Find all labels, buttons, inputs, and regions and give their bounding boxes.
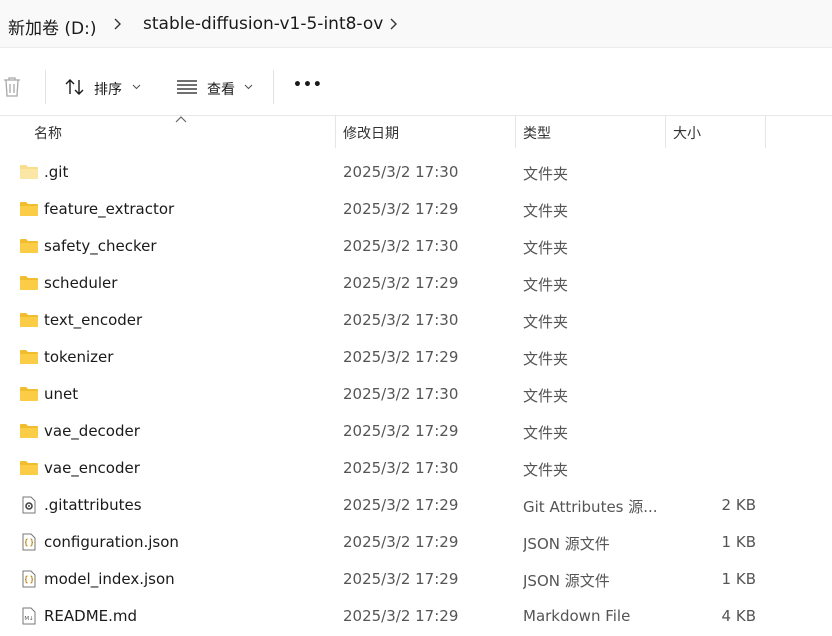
file-row[interactable]: .gitattributes 2025/3/2 17:29 Git Attribut… bbox=[0, 487, 832, 524]
folder-icon bbox=[19, 200, 39, 218]
file-row[interactable]: unet 2025/3/2 17:30 文件夹 bbox=[0, 376, 832, 413]
file-modified: 2025/3/2 17:29 bbox=[343, 533, 459, 551]
file-modified: 2025/3/2 17:30 bbox=[343, 459, 459, 477]
folder-icon bbox=[19, 311, 39, 329]
svg-text:M↓: M↓ bbox=[24, 615, 33, 622]
json-file-icon bbox=[19, 533, 39, 551]
file-name: vae_encoder bbox=[44, 459, 140, 477]
gear-file-icon bbox=[19, 496, 39, 514]
file-name: configuration.json bbox=[44, 533, 179, 551]
more-options-button[interactable]: ••• bbox=[293, 77, 323, 93]
file-type: 文件夹 bbox=[523, 350, 569, 368]
file-row[interactable]: text_encoder 2025/3/2 17:30 文件夹 bbox=[0, 302, 832, 339]
file-row[interactable]: scheduler 2025/3/2 17:29 文件夹 bbox=[0, 265, 832, 302]
file-size: 2 KB bbox=[721, 496, 756, 514]
folder-icon bbox=[19, 348, 39, 366]
file-row[interactable]: feature_extractor 2025/3/2 17:29 文件夹 bbox=[0, 191, 832, 228]
file-modified: 2025/3/2 17:29 bbox=[343, 200, 459, 218]
file-modified: 2025/3/2 17:30 bbox=[343, 385, 459, 403]
file-size: 1 KB bbox=[721, 570, 756, 588]
file-row[interactable]: tokenizer 2025/3/2 17:29 文件夹 bbox=[0, 339, 832, 376]
file-name: safety_checker bbox=[44, 237, 157, 255]
file-type: JSON 源文件 bbox=[523, 535, 610, 553]
file-type: 文件夹 bbox=[523, 239, 569, 257]
folder-icon bbox=[19, 422, 39, 440]
view-label: 查看 bbox=[207, 82, 235, 98]
file-size: 4 KB bbox=[721, 607, 756, 625]
column-size[interactable]: 大小 bbox=[673, 123, 701, 143]
sort-arrows-icon bbox=[65, 79, 84, 95]
file-row[interactable]: configuration.json 2025/3/2 17:29 JSON 源文件… bbox=[0, 524, 832, 561]
file-type: 文件夹 bbox=[523, 313, 569, 331]
breadcrumb-folder[interactable]: stable-diffusion-v1-5-int8-ov bbox=[143, 14, 383, 34]
breadcrumb: 新加卷 (D:) stable-diffusion-v1-5-int8-ov bbox=[0, 0, 832, 48]
file-type: 文件夹 bbox=[523, 276, 569, 294]
file-name: model_index.json bbox=[44, 570, 175, 588]
sort-label: 排序 bbox=[94, 82, 122, 98]
file-name: tokenizer bbox=[44, 348, 114, 366]
file-name: .git bbox=[44, 163, 69, 181]
markdown-file-icon: M↓ bbox=[19, 607, 39, 625]
breadcrumb-drive[interactable]: 新加卷 (D:) bbox=[8, 14, 97, 39]
file-name: README.md bbox=[44, 607, 138, 625]
file-modified: 2025/3/2 17:29 bbox=[343, 422, 459, 440]
file-name: scheduler bbox=[44, 274, 118, 292]
file-modified: 2025/3/2 17:30 bbox=[343, 311, 459, 329]
file-modified: 2025/3/2 17:29 bbox=[343, 348, 459, 366]
file-row[interactable]: vae_decoder 2025/3/2 17:29 文件夹 bbox=[0, 413, 832, 450]
file-modified: 2025/3/2 17:29 bbox=[343, 274, 459, 292]
view-lines-icon bbox=[177, 80, 197, 94]
file-type: 文件夹 bbox=[523, 461, 569, 479]
file-modified: 2025/3/2 17:29 bbox=[343, 496, 459, 514]
file-name: text_encoder bbox=[44, 311, 143, 329]
file-modified: 2025/3/2 17:29 bbox=[343, 570, 459, 588]
file-size: 1 KB bbox=[721, 533, 756, 551]
file-row[interactable]: .git 2025/3/2 17:30 文件夹 bbox=[0, 154, 832, 191]
file-name: vae_decoder bbox=[44, 422, 140, 440]
file-type: JSON 源文件 bbox=[523, 572, 610, 590]
file-row[interactable]: safety_checker 2025/3/2 17:30 文件夹 bbox=[0, 228, 832, 265]
chevron-right-icon[interactable] bbox=[110, 17, 124, 31]
file-name: feature_extractor bbox=[44, 200, 175, 218]
file-row[interactable]: M↓ README.md 2025/3/2 17:29 Markdown File 4 … bbox=[0, 598, 832, 635]
json-file-icon bbox=[19, 570, 39, 588]
file-type: 文件夹 bbox=[523, 387, 569, 405]
folder-icon bbox=[19, 237, 39, 255]
chevron-down-icon bbox=[132, 84, 141, 90]
chevron-down-icon bbox=[244, 84, 253, 90]
file-row[interactable]: vae_encoder 2025/3/2 17:30 文件夹 bbox=[0, 450, 832, 487]
file-modified: 2025/3/2 17:30 bbox=[343, 237, 459, 255]
file-type: 文件夹 bbox=[523, 165, 569, 183]
folder-icon bbox=[19, 274, 39, 292]
folder-icon bbox=[19, 385, 39, 403]
column-modified[interactable]: 修改日期 bbox=[343, 123, 399, 143]
file-type: 文件夹 bbox=[523, 202, 569, 220]
chevron-right-icon[interactable] bbox=[386, 17, 400, 31]
column-header: 名称 修改日期 类型 大小 bbox=[0, 116, 832, 148]
file-name: unet bbox=[44, 385, 79, 403]
command-bar: 排序 查看 ••• bbox=[0, 56, 832, 116]
column-name[interactable]: 名称 bbox=[34, 123, 62, 143]
column-type[interactable]: 类型 bbox=[523, 123, 551, 143]
file-type: Git Attributes 源... bbox=[523, 498, 657, 516]
folder-icon bbox=[19, 459, 39, 477]
file-modified: 2025/3/2 17:30 bbox=[343, 163, 459, 181]
delete-icon[interactable] bbox=[2, 76, 22, 98]
file-list: .git 2025/3/2 17:30 文件夹 feature_extractor 20… bbox=[0, 154, 832, 635]
folder-icon bbox=[19, 163, 39, 181]
file-row[interactable]: model_index.json 2025/3/2 17:29 JSON 源文件 1 … bbox=[0, 561, 832, 598]
file-modified: 2025/3/2 17:29 bbox=[343, 607, 459, 625]
file-type: Markdown File bbox=[523, 607, 631, 625]
file-name: .gitattributes bbox=[44, 496, 142, 514]
file-type: 文件夹 bbox=[523, 424, 569, 442]
